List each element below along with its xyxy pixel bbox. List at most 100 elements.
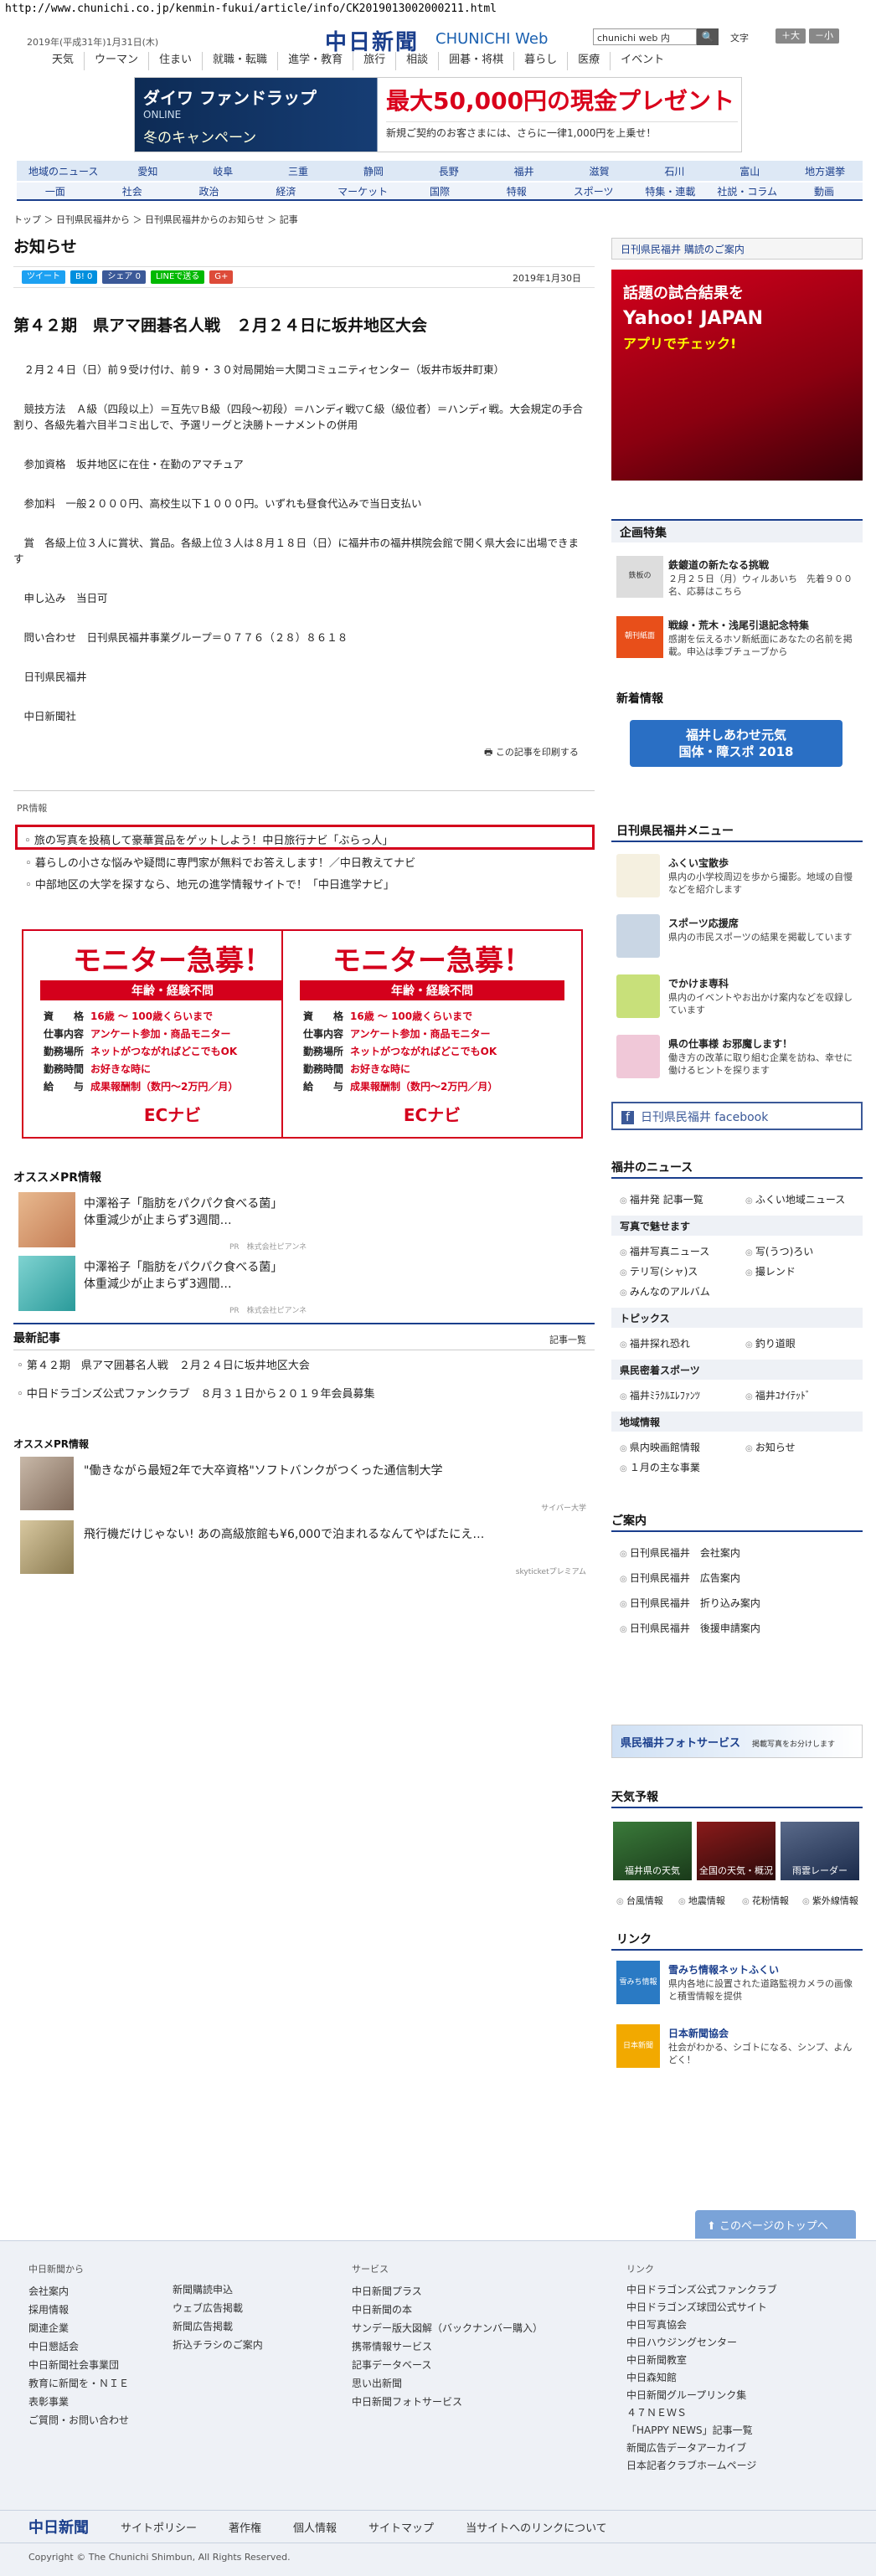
guide-link[interactable]: 日刊県民福井 広告案内 (620, 1571, 740, 1585)
sports-link[interactable]: 福井ﾐﾗｸﾙｴﾚﾌｧﾝﾂ (620, 1388, 700, 1402)
gnav-item[interactable]: ウーマン (85, 52, 150, 70)
footer-link[interactable]: サンデー版大図解（バックナンバー購入） (352, 2319, 603, 2337)
osusume2-item[interactable]: "働きながら最短2年で大卒資格"ソフトバンクがつくった通信制大学 サイバー大学 (17, 1457, 595, 1515)
region-info-link[interactable]: お知らせ (745, 1440, 796, 1454)
gnav-item[interactable]: 囲碁・将棋 (439, 52, 515, 70)
region-nav-item[interactable]: 三重 (260, 164, 336, 178)
footer-link[interactable]: 折込チラシのご案内 (173, 2336, 323, 2354)
footer-link[interactable]: 中日ハウジングセンター (626, 2334, 869, 2352)
footer-link[interactable]: 中日懇話会 (28, 2337, 162, 2356)
footer-link[interactable]: ４７ＮＥＷＳ (626, 2404, 869, 2422)
gnav-item[interactable]: 医療 (568, 52, 611, 70)
footer-link[interactable]: 日本記者クラブホームページ (626, 2457, 869, 2475)
region-nav-item[interactable]: 愛知 (110, 164, 185, 178)
footer-link[interactable]: 中日新聞フォトサービス (352, 2393, 603, 2411)
footer-link[interactable]: 中日写真協会 (626, 2316, 869, 2334)
region-nav-item[interactable]: 富山 (712, 164, 787, 178)
footer-link[interactable]: 思い出新聞 (352, 2374, 603, 2393)
region-nav-item[interactable]: 福井 (487, 164, 562, 178)
pr-link[interactable]: ◦ 旅の写真を投稿して豪華賞品をゲットしよう！中日旅行ナビ「ぶらっ人」 (15, 825, 595, 850)
weather-national-button[interactable]: 全国の天気・概況 (697, 1822, 776, 1880)
link-item[interactable]: 雪みち情報 雪みち情報ネットふくい 県内各地に設置された道路監視カメラの画像と積… (616, 1961, 859, 2011)
gnav-item[interactable]: 相談 (396, 52, 440, 70)
region-nav-item[interactable]: 静岡 (336, 164, 411, 178)
osusume-item[interactable]: 中澤裕子「脂肪をパクパク食べる菌」 体重減少が止まらず3週間… PR 株式会社ピア… (13, 1256, 591, 1315)
weather-link[interactable]: 台風情報 (616, 1894, 663, 1907)
photo-link[interactable]: みんなのアルバム (620, 1284, 710, 1298)
osusume-item[interactable]: 中澤裕子「脂肪をパクパク食べる菌」 体重減少が止まらず3週間… PR 株式会社ピア… (13, 1192, 591, 1252)
monitor-ad[interactable]: モニター急募！ 年齢・経験不問 資 格 16歳 〜 100歳くらいまで 仕事内容ア… (281, 929, 583, 1139)
footer-bar-link[interactable]: サイトマップ (368, 2519, 434, 2535)
sports-link[interactable]: 福井ﾕﾅｲﾃｯﾄﾞ (745, 1388, 811, 1402)
category-nav-item[interactable]: スポーツ (555, 184, 632, 198)
region-nav-item[interactable]: 滋賀 (562, 164, 637, 178)
facebook-link[interactable]: f 日刊県民福井 facebook (611, 1102, 863, 1130)
font-large-button[interactable]: ＋大 (776, 28, 806, 44)
menu-item[interactable]: でかけま専科 県内のイベントやお出かけ案内などを収録しています (616, 974, 859, 1025)
footer-bar-link[interactable]: サイトポリシー (121, 2519, 197, 2535)
photo-link[interactable]: 写(うつ)ろい (745, 1244, 813, 1258)
footer-link[interactable]: 中日ドラゴンズ球団公式サイト (626, 2299, 869, 2316)
site-logo-sub[interactable]: CHUNICHI Web (435, 30, 548, 48)
link-item[interactable]: 日本新聞 日本新聞協会 社会がわかる、シゴトになる、シンプ、よんどく！ (616, 2024, 859, 2075)
back-to-top-button[interactable]: ⬆ このページのトップへ (695, 2210, 856, 2239)
gnav-item[interactable]: 旅行 (353, 52, 397, 70)
weather-link[interactable]: 地震情報 (678, 1894, 725, 1907)
search-input[interactable]: chunichi web 内 (593, 28, 697, 45)
footer-link[interactable]: 中日新聞の本 (352, 2301, 603, 2319)
weather-link[interactable]: 花粉情報 (742, 1894, 789, 1907)
latest-more-link[interactable]: 記事一覧 (549, 1333, 586, 1346)
weather-radar-button[interactable]: 雨雲レーダー (781, 1822, 859, 1880)
category-nav-item[interactable]: 経済 (247, 184, 324, 198)
photo-link[interactable]: 撮レンド (745, 1264, 796, 1278)
photo-link[interactable]: テリ写(シャ)ス (620, 1264, 698, 1278)
footer-link[interactable]: 表彰事業 (28, 2393, 162, 2411)
topics-link[interactable]: 福井探れ恐れ (620, 1336, 690, 1350)
category-nav-item[interactable]: 社説・コラム (709, 184, 786, 198)
footer-link[interactable]: 関連企業 (28, 2319, 162, 2337)
feature-item[interactable]: 朝刊紙面 戦線・荒木・浅尾引退記念特集 感謝を伝えるホソ新紙面にあなたの名前を掲… (616, 616, 859, 663)
latest-item[interactable]: ◦ 第４２期 県アマ囲碁名人戦 ２月２４日に坂井地区大会 (17, 1356, 310, 1372)
category-nav-item[interactable]: 特報 (478, 184, 555, 198)
footer-link[interactable]: 記事データベース (352, 2356, 603, 2374)
footer-link[interactable]: 新聞広告掲載 (173, 2317, 323, 2336)
weather-fukui-button[interactable]: 福井県の天気 (613, 1822, 692, 1880)
category-nav-item[interactable]: マーケット (324, 184, 401, 198)
subscribe-link[interactable]: 日刊県民福井 購読のご案内 (611, 238, 863, 260)
feature-item[interactable]: 鉄板の 鉄鍍道の新たなる挑戦 ２月２５日（月）ウィルあいち 先着９００名、応募は… (616, 556, 859, 603)
fukui-news-link[interactable]: 福井発 記事一覧 (620, 1192, 703, 1206)
footer-link[interactable]: 中日新聞社会事業団 (28, 2356, 162, 2374)
footer-link[interactable]: 中日新聞グループリンク集 (626, 2387, 869, 2404)
footer-link[interactable]: ウェブ広告掲載 (173, 2299, 323, 2317)
region-nav-item[interactable]: 地方選挙 (787, 164, 863, 178)
region-info-link[interactable]: 県内映画館情報 (620, 1440, 700, 1454)
guide-link[interactable]: 日刊県民福井 後援申請案内 (620, 1621, 760, 1635)
footer-link[interactable]: 中日ドラゴンズ公式ファンクラブ (626, 2281, 869, 2299)
region-nav-item[interactable]: 岐阜 (185, 164, 260, 178)
yahoo-app-ad[interactable]: 話題の試合結果を Yahoo! JAPAN アプリでチェック! (611, 270, 863, 481)
region-nav-item[interactable]: 石川 (636, 164, 712, 178)
menu-item[interactable]: ふくい宝散歩 県内の小学校周辺を歩から撮影。地域の自慢などを紹介します (616, 854, 859, 904)
gnav-item[interactable]: イベント (611, 52, 674, 70)
guide-link[interactable]: 日刊県民福井 折り込み案内 (620, 1596, 760, 1610)
footer-bar-link[interactable]: 当サイトへのリンクについて (466, 2519, 607, 2535)
pr-link[interactable]: ◦ 暮らしの小さな悩みや疑問に専門家が無料でお答えします！／中日教えてナビ (17, 851, 595, 873)
category-nav-item[interactable]: 国際 (401, 184, 478, 198)
region-nav-item[interactable]: 長野 (411, 164, 487, 178)
gnav-item[interactable]: 進学・教育 (278, 52, 354, 70)
gnav-item[interactable]: 天気 (42, 52, 85, 70)
footer-link[interactable]: 携帯情報サービス (352, 2337, 603, 2356)
fukui-news-link[interactable]: ふくい地域ニュース (745, 1192, 845, 1206)
footer-link[interactable]: 中日森知館 (626, 2369, 869, 2387)
footer-link[interactable]: 会社案内 (28, 2282, 162, 2301)
footer-bar-link[interactable]: 著作権 (229, 2519, 261, 2535)
osusume2-item[interactable]: 飛行機だけじゃない! あの高級旅館も¥6,000で泊まれるなんてやばたにえ… s… (17, 1520, 595, 1579)
gnav-item[interactable]: 住まい (149, 52, 204, 70)
breadcrumb[interactable]: トップ ＞ 日刊県民福井から ＞ 日刊県民福井からのお知らせ ＞ 記事 (13, 213, 298, 226)
monitor-ad[interactable]: モニター急募！ 年齢・経験不問 資 格 16歳 〜 100歳くらいまで 仕事内容ア… (22, 929, 323, 1139)
footer-link[interactable]: 新聞広告データアーカイブ (626, 2440, 869, 2457)
category-nav-item[interactable]: 政治 (171, 184, 248, 198)
facebook-share-button[interactable]: シェア 0 (102, 270, 146, 284)
weather-link[interactable]: 紫外線情報 (802, 1894, 858, 1907)
font-small-button[interactable]: －小 (809, 28, 839, 44)
